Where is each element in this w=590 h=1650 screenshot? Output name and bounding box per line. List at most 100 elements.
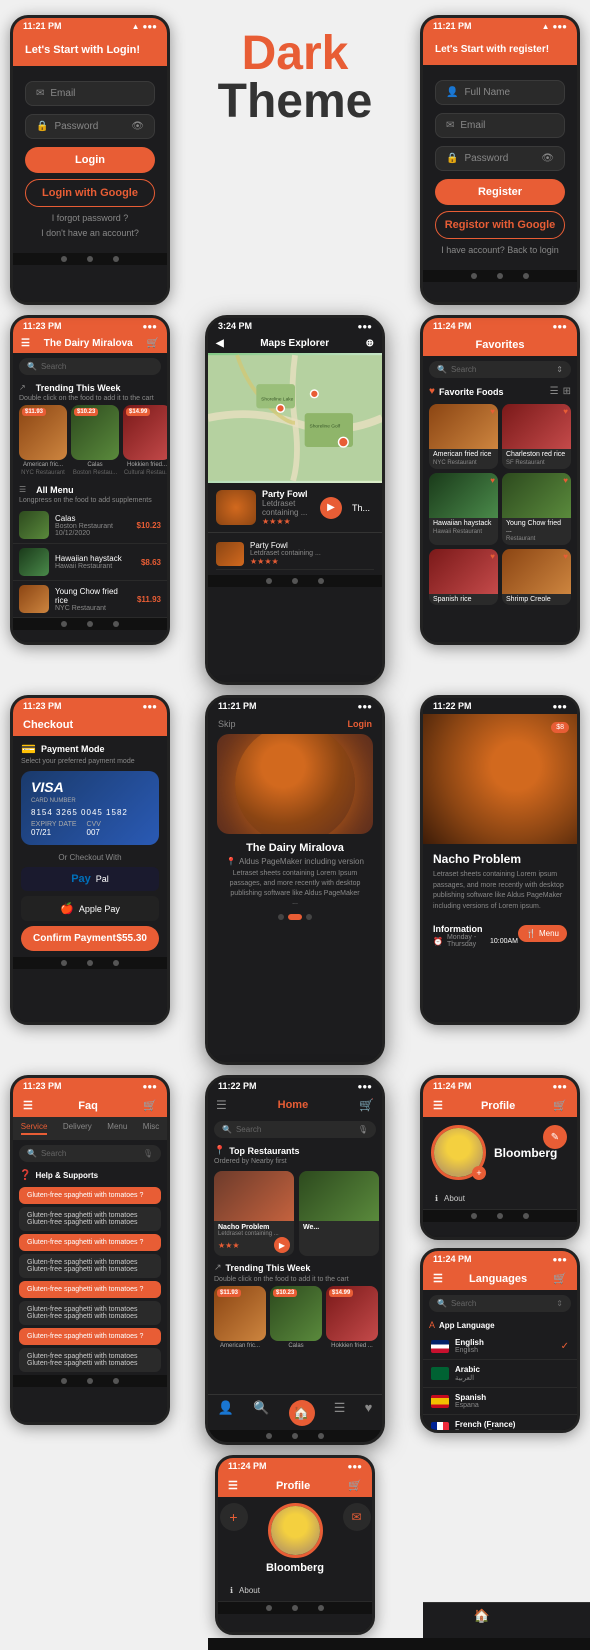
- fav-item-4[interactable]: ♥ Young Chow fried ... Restaurant: [502, 473, 571, 545]
- grid-view-icon[interactable]: ⊞: [563, 386, 571, 397]
- faq-item-3[interactable]: Gluten-free spaghetti with tomatoes ?: [19, 1234, 161, 1251]
- food-item-1[interactable]: $11.93 American fric... NYC Restaurant: [19, 405, 67, 476]
- faq-item-2[interactable]: Gluten-free spaghetti with tomatoes Glut…: [19, 1207, 161, 1231]
- home-cart[interactable]: 🛒: [359, 1098, 374, 1112]
- reg-password-field[interactable]: 🔒 Password 👁: [435, 146, 565, 171]
- detail-menu-btn[interactable]: 🍴 Menu: [518, 925, 567, 942]
- faq-tab-misc[interactable]: Misc: [143, 1122, 159, 1135]
- faq-item-1[interactable]: Gluten-free spaghetti with tomatoes ?: [19, 1187, 161, 1204]
- map-settings-icon[interactable]: ⊕: [366, 338, 374, 349]
- eye-icon[interactable]: 👁: [131, 121, 144, 132]
- cart-icon[interactable]: 🛒: [147, 338, 159, 349]
- menu-list-item-1[interactable]: Calas Boston Restaurant 10/12/2020 $10.2…: [13, 507, 167, 544]
- home-nav-center[interactable]: 🏠: [289, 1400, 315, 1426]
- lang-item-arabic[interactable]: Arabic العربية: [423, 1360, 577, 1388]
- skip-button[interactable]: Skip: [218, 719, 236, 729]
- reg-eye-icon[interactable]: 👁: [541, 153, 554, 164]
- fullname-field[interactable]: 👤 Full Name: [435, 80, 565, 105]
- register-bottom-nav: [423, 270, 577, 282]
- menu-list-item-2[interactable]: Hawaiian haystack Hawaii Restaurant $8.6…: [13, 544, 167, 581]
- home-nav-person[interactable]: 👤: [218, 1400, 234, 1426]
- home-rest-card-1[interactable]: Nacho Problem Letdraset containing ... ★…: [214, 1171, 294, 1256]
- faq-item-8[interactable]: Gluten-free spaghetti with tomatoes Glut…: [19, 1348, 161, 1372]
- faq-tab-menu[interactable]: Menu: [107, 1122, 127, 1135]
- profile-hamburger[interactable]: ☰: [433, 1099, 443, 1112]
- home-rest-btn-1[interactable]: ▶: [274, 1237, 290, 1253]
- home-food-2[interactable]: $10.23 Calas: [270, 1286, 322, 1349]
- back-icon[interactable]: ◀: [216, 338, 224, 349]
- lang-cart[interactable]: 🛒: [553, 1272, 567, 1285]
- list-view-icon[interactable]: ☰: [550, 386, 559, 397]
- menu-list-item-3[interactable]: Young Chow fried rice NYC Restaurant $11…: [13, 581, 167, 618]
- email-field[interactable]: ✉ Email: [25, 81, 155, 106]
- home-food-card-3: $14.99: [326, 1286, 378, 1341]
- hamburger-icon[interactable]: ☰: [21, 338, 30, 349]
- profile-about-label: About: [444, 1194, 465, 1203]
- faq-hamburger[interactable]: ☰: [23, 1099, 33, 1112]
- confirm-payment-button[interactable]: Confirm Payment $55.30: [21, 926, 159, 951]
- profile-dot-1: [471, 1213, 477, 1219]
- profile-cart[interactable]: 🛒: [553, 1099, 567, 1112]
- apple-pay-button[interactable]: 🍎 Apple Pay: [21, 896, 159, 921]
- lang-item-spanish[interactable]: Spanish Espana: [423, 1388, 577, 1415]
- home-trending-sub: Double click on the food to add it to th…: [208, 1276, 382, 1286]
- login-title: Let's Start with Login!: [25, 44, 155, 56]
- password-field[interactable]: 🔒 Password 👁: [25, 114, 155, 139]
- faq-item-5[interactable]: Gluten-free spaghetti with tomatoes ?: [19, 1281, 161, 1298]
- login-button[interactable]: Login: [25, 147, 155, 173]
- forgot-password-link[interactable]: I forgot password ?: [25, 213, 155, 223]
- map-phone: 3:24 PM ●●● ◀ Maps Explorer ⊕: [205, 315, 385, 685]
- avatar-add-btn[interactable]: +: [472, 1166, 486, 1180]
- food-item-2[interactable]: $10.23 Calas Boston Restau...: [71, 405, 119, 476]
- google-register-button[interactable]: Registor with Google: [435, 211, 565, 239]
- home-hamburger[interactable]: ☰: [216, 1098, 227, 1112]
- dot-2: [288, 914, 302, 920]
- fav-filter-icon[interactable]: ⇕: [556, 365, 563, 374]
- food-price-2: $10.23: [74, 408, 98, 416]
- fav-item-1[interactable]: ♥ American fried rice NYC Restaurant: [429, 404, 498, 469]
- no-account-link[interactable]: I don't have an account?: [25, 228, 155, 238]
- reg-email-field[interactable]: ✉ Email: [435, 113, 565, 138]
- food-item-3[interactable]: $14.99 Hokkien fried... Cultural Restau.…: [123, 405, 167, 476]
- faq-tab-service[interactable]: Service: [21, 1122, 48, 1135]
- login-screen: 11:21 PM ▲ ●●● Let's Start with Login! ✉…: [13, 18, 167, 302]
- lang-search[interactable]: 🔍 Search ⇕: [429, 1295, 571, 1312]
- home-food-3[interactable]: $14.99 Hokkien fried ...: [326, 1286, 378, 1349]
- profile-b-msg-btn[interactable]: ✉: [343, 1503, 371, 1531]
- profile-b-add-btn[interactable]: +: [220, 1503, 248, 1531]
- lang-item-english[interactable]: English English ✓: [423, 1333, 577, 1360]
- have-account-link[interactable]: I have account? Back to login: [435, 245, 565, 255]
- faq-search[interactable]: 🔍 Search 🎙: [19, 1145, 161, 1162]
- faq-item-4[interactable]: Gluten-free spaghetti with tomatoes Glut…: [19, 1254, 161, 1278]
- paypal-button[interactable]: Pay Pal: [21, 867, 159, 891]
- google-login-button[interactable]: Login with Google: [25, 179, 155, 207]
- fav-heart-2: ♥: [563, 407, 568, 416]
- register-button[interactable]: Register: [435, 179, 565, 205]
- profile-edit-btn[interactable]: ✎: [543, 1125, 567, 1149]
- fav-item-2[interactable]: ♥ Charleston red rice SF Restaurant: [502, 404, 571, 469]
- faq-tab-delivery[interactable]: Delivery: [63, 1122, 92, 1135]
- onboard-login-btn[interactable]: Login: [348, 719, 373, 729]
- home-food-1[interactable]: $11.93 American fric...: [214, 1286, 266, 1349]
- menu-search[interactable]: 🔍 Search: [19, 358, 161, 375]
- lang-item-french-france[interactable]: French (France) Français · France: [423, 1415, 577, 1430]
- fav-item-5[interactable]: ♥ Spanish rice: [429, 549, 498, 605]
- fav-item-6[interactable]: ♥ Shrimp Creole: [502, 549, 571, 605]
- profile-b-about[interactable]: ℹ About: [218, 1580, 372, 1602]
- faq-item-7[interactable]: Gluten-free spaghetti with tomatoes ?: [19, 1328, 161, 1345]
- fav-search[interactable]: 🔍 Search ⇕: [429, 361, 571, 378]
- faq-cart[interactable]: 🛒: [143, 1099, 157, 1112]
- faq-item-6[interactable]: Gluten-free spaghetti with tomatoes Glut…: [19, 1301, 161, 1325]
- lang-hamburger[interactable]: ☰: [433, 1272, 443, 1285]
- home-rest-arrow-1: ▶: [279, 1241, 285, 1250]
- home-rest-card-2[interactable]: We...: [299, 1171, 379, 1256]
- profile-b-hamburger[interactable]: ☰: [228, 1479, 238, 1492]
- home-search[interactable]: 🔍 Search 🎙: [214, 1121, 376, 1138]
- home-nav-search[interactable]: 🔍: [253, 1400, 269, 1426]
- fav-item-3[interactable]: ♥ Hawaiian haystack Hawaii Restaurant: [429, 473, 498, 545]
- home-nav-heart[interactable]: ♥: [365, 1400, 373, 1426]
- home-nav-list[interactable]: ☰: [334, 1400, 346, 1426]
- map-nav-btn[interactable]: ▶: [320, 497, 342, 519]
- profile-about-item[interactable]: ℹ About: [423, 1188, 577, 1210]
- profile-b-cart[interactable]: 🛒: [348, 1479, 362, 1492]
